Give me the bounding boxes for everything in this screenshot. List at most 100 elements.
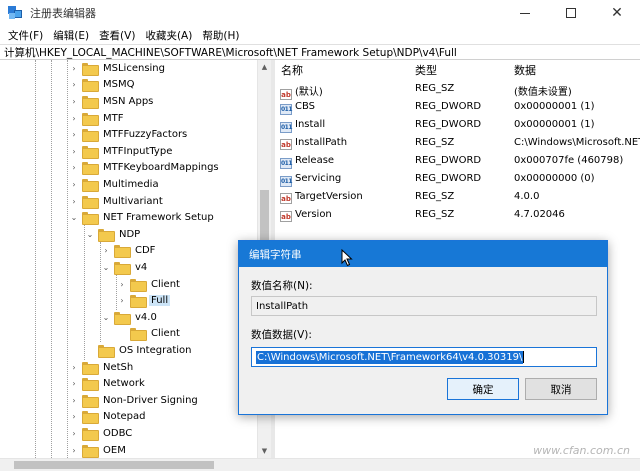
list-item[interactable]: 011 Release REG_DWORD 0x000707fe (460798) [275, 152, 640, 170]
folder-icon [98, 228, 115, 242]
tree-item[interactable]: › Notepad [69, 409, 148, 426]
tree-item[interactable]: › CDF [101, 243, 157, 260]
tree-item[interactable]: › MTFInputType [69, 143, 174, 160]
folder-icon [98, 344, 115, 358]
edit-string-dialog: 编辑字符串 数值名称(N): InstallPath 数值数据(V): C:\W… [238, 240, 608, 415]
minimize-button[interactable] [502, 0, 548, 26]
horizontal-scrollbar[interactable] [0, 458, 640, 471]
expand-icon[interactable]: › [69, 428, 79, 438]
column-header-type[interactable]: 类型 [415, 62, 437, 78]
folder-icon [82, 129, 99, 143]
tree-item[interactable]: › ODBC [69, 425, 134, 442]
address-bar[interactable]: 计算机\HKEY_LOCAL_MACHINE\SOFTWARE\Microsof… [0, 44, 640, 60]
registry-editor-icon [8, 6, 22, 20]
expand-icon[interactable]: › [69, 445, 79, 455]
expand-icon[interactable]: › [69, 146, 79, 156]
list-item[interactable]: ab InstallPath REG_SZ C:\Windows\Microsof… [275, 134, 640, 152]
tree-item[interactable]: › OEM [69, 442, 128, 458]
tree-item[interactable]: › MSMQ [69, 77, 136, 94]
expand-icon[interactable]: › [69, 362, 79, 372]
folder-icon [82, 145, 99, 159]
tree-item[interactable]: › MTFFuzzyFactors [69, 126, 189, 143]
menu-favorites[interactable]: 收藏夹(A) [141, 28, 196, 43]
value-data-input[interactable]: C:\Windows\Microsoft.NET\Framework64\v4.… [251, 347, 597, 367]
collapse-icon[interactable]: ⌄ [85, 229, 95, 239]
expand-icon[interactable]: › [69, 179, 79, 189]
close-button[interactable]: ✕ [594, 0, 640, 26]
folder-icon [82, 79, 99, 93]
list-item[interactable]: 011 CBS REG_DWORD 0x00000001 (1) [275, 98, 640, 116]
menu-file[interactable]: 文件(F) [4, 28, 47, 43]
list-item[interactable]: 011 Servicing REG_DWORD 0x00000000 (0) [275, 170, 640, 188]
tree-item-selected[interactable]: › Full [117, 292, 171, 309]
tree-item[interactable]: › Non-Driver Signing [69, 392, 200, 409]
tree-item[interactable]: ⌄ NDP [85, 226, 142, 243]
folder-icon [82, 394, 99, 408]
tree-item[interactable]: › MSN Apps [69, 93, 155, 110]
expand-icon[interactable]: › [69, 412, 79, 422]
expand-icon[interactable]: › [69, 96, 79, 106]
expand-icon[interactable]: › [101, 246, 111, 256]
expand-icon[interactable]: › [69, 395, 79, 405]
scroll-down-icon[interactable]: ▼ [258, 444, 271, 458]
tree-item[interactable]: Client [117, 326, 182, 343]
tree-item[interactable]: › MTF [69, 110, 126, 127]
binary-value-icon: 011 [280, 158, 293, 169]
ok-button[interactable]: 确定 [447, 378, 519, 400]
tree-item[interactable]: › NetSh [69, 359, 135, 376]
list-item[interactable]: ab TargetVersion REG_SZ 4.0.0 [275, 188, 640, 206]
list-item[interactable]: ab Version REG_SZ 4.7.02046 [275, 206, 640, 224]
watermark: www.cfan.com.cn [533, 444, 630, 457]
expand-icon[interactable]: › [117, 296, 127, 306]
minimize-icon [520, 12, 530, 14]
mouse-cursor-icon [341, 249, 353, 267]
folder-icon [130, 278, 147, 292]
value-name-field: InstallPath [251, 296, 597, 316]
tree-item[interactable]: OS Integration [85, 342, 194, 359]
expand-icon[interactable]: › [69, 113, 79, 123]
folder-icon [82, 411, 99, 425]
value-data-label: 数值数据(V): [251, 329, 312, 341]
tree-item[interactable]: › Multimedia [69, 176, 161, 193]
scrollbar-thumb[interactable] [14, 461, 214, 469]
collapse-icon[interactable]: ⌄ [101, 262, 111, 272]
collapse-icon[interactable]: ⌄ [101, 312, 111, 322]
expand-icon[interactable]: › [69, 80, 79, 90]
folder-icon [82, 162, 99, 176]
tree-item[interactable]: ⌄ NET Framework Setup [69, 209, 216, 226]
expand-icon[interactable]: › [117, 279, 127, 289]
menu-help[interactable]: 帮助(H) [198, 28, 243, 43]
text-caret [523, 351, 525, 363]
tree-guide-line [51, 60, 52, 458]
tree-item[interactable]: ⌄ v4.0 [101, 309, 159, 326]
expand-icon[interactable]: › [69, 196, 79, 206]
tree-item[interactable]: › MTFKeyboardMappings [69, 160, 221, 177]
menu-view[interactable]: 查看(V) [95, 28, 139, 43]
expand-icon[interactable]: › [69, 379, 79, 389]
binary-value-icon: 011 [280, 176, 293, 187]
folder-icon [114, 245, 131, 259]
folder-icon [82, 95, 99, 109]
list-item[interactable]: ab (默认) REG_SZ (数值未设置) [275, 80, 640, 100]
tree-item[interactable]: › Multivariant [69, 193, 165, 210]
folder-icon [82, 62, 99, 76]
tree-item[interactable]: ⌄ v4 [101, 259, 149, 276]
list-item[interactable]: 011 Install REG_DWORD 0x00000001 (1) [275, 116, 640, 134]
scroll-up-icon[interactable]: ▲ [258, 60, 271, 74]
expand-icon[interactable]: › [69, 163, 79, 173]
tree-guide-line [35, 60, 36, 458]
column-header-data[interactable]: 数据 [514, 62, 536, 78]
expand-icon[interactable]: › [69, 63, 79, 73]
tree-item[interactable]: › Network [69, 375, 147, 392]
tree-item[interactable]: › MSLicensing [69, 60, 167, 77]
expand-icon[interactable]: › [69, 130, 79, 140]
menu-edit[interactable]: 编辑(E) [49, 28, 93, 43]
collapse-icon[interactable]: ⌄ [69, 213, 79, 223]
maximize-button[interactable] [548, 0, 594, 26]
dialog-title[interactable]: 编辑字符串 [239, 241, 607, 267]
cancel-button[interactable]: 取消 [525, 378, 597, 400]
column-header-name[interactable]: 名称 [281, 62, 303, 78]
tree-item[interactable]: › Client [117, 276, 182, 293]
